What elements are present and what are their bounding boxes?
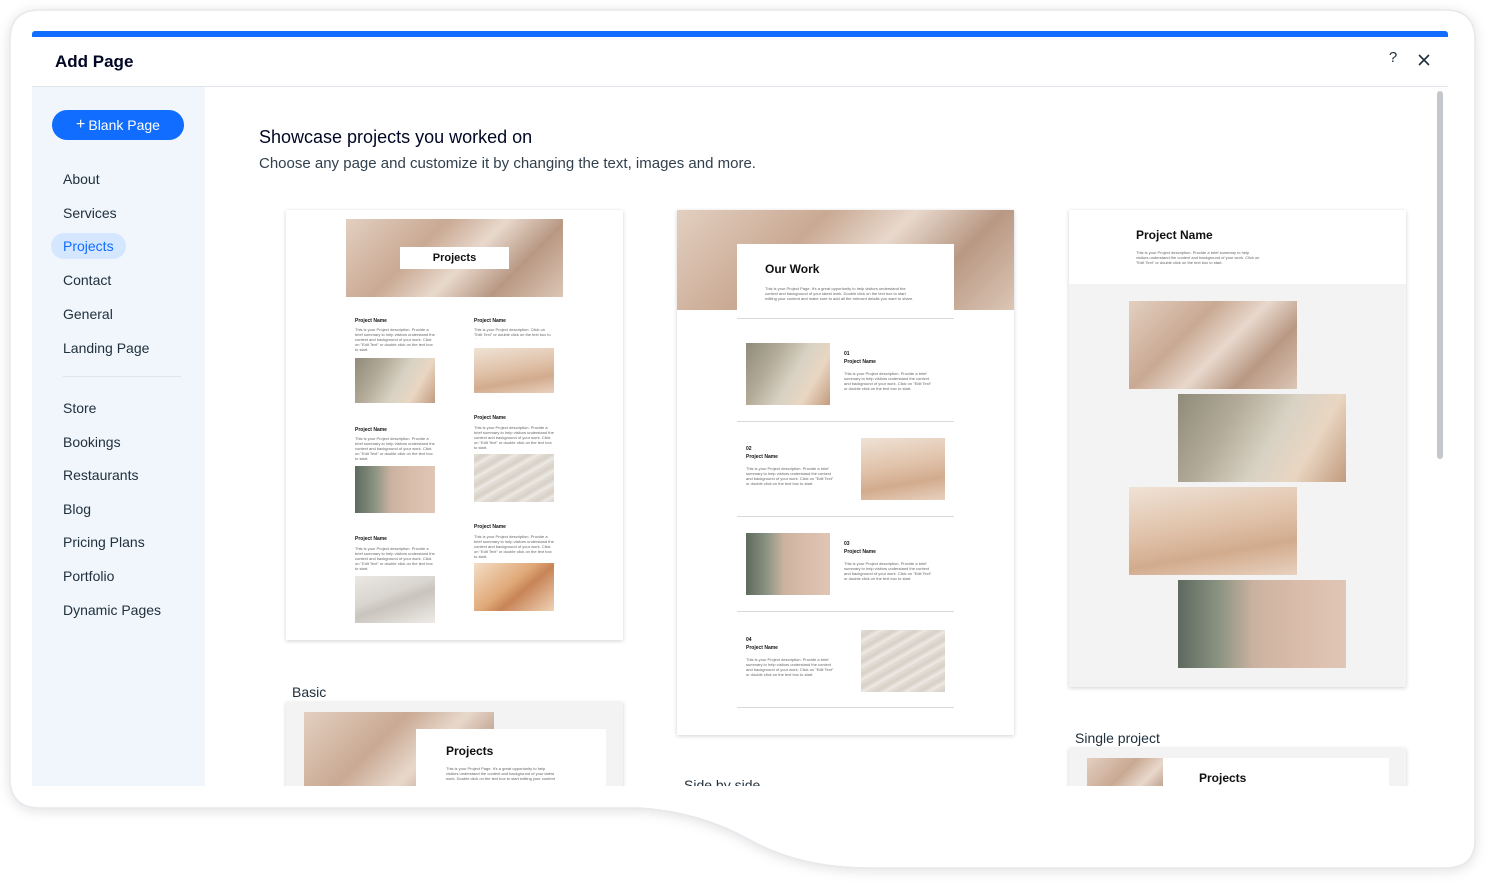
- sidebar-item-blog[interactable]: Blog: [63, 499, 91, 519]
- hero-title: Our Work: [765, 262, 820, 276]
- hero-panel: Our Work This is your Project Page. It's…: [737, 244, 954, 318]
- divider: [737, 611, 954, 612]
- project-desc: This is your Project description. Provid…: [355, 436, 435, 460]
- project-name: Project Name: [746, 645, 778, 651]
- sidebar-item-services[interactable]: Services: [63, 203, 117, 223]
- project-number: 01: [844, 351, 850, 357]
- template-card-projects-overlap[interactable]: Projects This is your Project Page. It's…: [286, 702, 623, 786]
- sidebar-item-portfolio[interactable]: Portfolio: [63, 566, 114, 586]
- project-desc: This is your Project description. Provid…: [474, 534, 554, 558]
- project-image: [861, 438, 945, 500]
- template-gallery: Showcase projects you worked on Choose a…: [205, 87, 1437, 786]
- hero-image: [1087, 758, 1163, 786]
- gallery-image: [1178, 580, 1346, 668]
- project-desc: This is your Project description. Click …: [474, 327, 551, 339]
- add-page-dialog: Add Page ? + Blank Page About Services P…: [32, 31, 1448, 786]
- close-icon[interactable]: [1415, 51, 1433, 69]
- divider: [737, 318, 954, 319]
- help-icon[interactable]: ?: [1384, 49, 1402, 69]
- hero-title: Projects: [400, 247, 509, 269]
- template-card-side-by-side[interactable]: Our Work This is your Project Page. It's…: [677, 210, 1014, 735]
- project-number: 03: [844, 541, 850, 547]
- project-image: [746, 343, 830, 405]
- project-image: [355, 358, 435, 403]
- project-image: [474, 563, 554, 611]
- project-name: Project Name: [355, 427, 387, 433]
- hero-panel: Projects: [1163, 758, 1389, 786]
- project-desc: This is your Project description. Provid…: [844, 561, 932, 581]
- project-desc: This is your Project description. Provid…: [1136, 250, 1260, 265]
- sidebar-item-about[interactable]: About: [63, 169, 100, 189]
- sidebar-item-dynamic-pages[interactable]: Dynamic Pages: [63, 600, 161, 620]
- project-name: Project Name: [474, 524, 506, 530]
- dialog-title: Add Page: [55, 52, 134, 71]
- template-card-projects-banner[interactable]: Projects: [1069, 748, 1406, 786]
- project-title: Project Name: [1136, 228, 1213, 242]
- template-label-basic: Basic: [292, 684, 327, 700]
- hero-title: Projects: [446, 744, 494, 758]
- dialog-header: Add Page ?: [32, 37, 1448, 87]
- divider: [737, 707, 954, 708]
- gallery-image: [1178, 394, 1346, 482]
- blank-page-label: Blank Page: [88, 117, 160, 133]
- project-name: Project Name: [474, 415, 506, 421]
- gallery-subheading: Choose any page and customize it by chan…: [259, 155, 756, 172]
- sidebar-item-restaurants[interactable]: Restaurants: [63, 465, 138, 485]
- project-image: [474, 454, 554, 502]
- project-desc: This is your Project description. Provid…: [355, 546, 435, 570]
- project-image: [355, 576, 435, 623]
- project-image: [861, 630, 945, 692]
- project-name: Project Name: [355, 318, 387, 324]
- sidebar-item-pricing-plans[interactable]: Pricing Plans: [63, 532, 145, 552]
- project-number: 02: [746, 446, 752, 452]
- gallery-heading: Showcase projects you worked on: [259, 127, 533, 147]
- project-desc: This is your Project description. Provid…: [746, 657, 834, 677]
- page-category-sidebar: + Blank Page About Services Projects Con…: [32, 87, 205, 786]
- project-name: Project Name: [355, 536, 387, 542]
- project-number: 04: [746, 637, 752, 643]
- project-name: Project Name: [474, 318, 506, 324]
- template-label-single-project: Single project: [1075, 730, 1160, 746]
- project-desc: This is your Project description. Provid…: [474, 425, 554, 449]
- hero-desc: This is your Project Page. It's a great …: [446, 766, 555, 781]
- template-card-single-project[interactable]: Project Name This is your Project descri…: [1069, 210, 1406, 687]
- template-card-basic[interactable]: Projects Project Name This is your Proje…: [286, 210, 623, 640]
- hero-desc: This is your Project Page. It's a great …: [765, 286, 914, 301]
- divider: [737, 516, 954, 517]
- blank-page-button[interactable]: + Blank Page: [52, 110, 184, 140]
- divider: [737, 421, 954, 422]
- project-desc: This is your Project description. Provid…: [844, 371, 932, 391]
- project-desc: This is your Project description. Provid…: [355, 327, 435, 351]
- project-image: [355, 466, 435, 513]
- gallery-image: [1129, 487, 1297, 575]
- plus-icon: +: [76, 116, 86, 133]
- sidebar-item-general[interactable]: General: [63, 304, 113, 324]
- sidebar-item-landing-page[interactable]: Landing Page: [63, 338, 149, 358]
- sidebar-item-store[interactable]: Store: [63, 398, 96, 418]
- gallery-image: [1129, 301, 1297, 389]
- project-desc: This is your Project description. Provid…: [746, 466, 834, 486]
- project-name: Project Name: [746, 454, 778, 460]
- hero-panel: Projects This is your Project Page. It's…: [416, 729, 606, 786]
- project-name: Project Name: [844, 549, 876, 555]
- sidebar-item-bookings[interactable]: Bookings: [63, 432, 121, 452]
- project-image: [474, 348, 554, 393]
- scrollbar-thumb[interactable]: [1437, 91, 1443, 459]
- hero-title: Projects: [1199, 771, 1247, 785]
- project-image: [746, 533, 830, 595]
- template-label-side-by-side: Side by side: [684, 777, 761, 786]
- sidebar-item-projects[interactable]: Projects: [51, 233, 126, 259]
- sidebar-divider: [63, 376, 181, 377]
- project-name: Project Name: [844, 359, 876, 365]
- sidebar-item-contact[interactable]: Contact: [63, 270, 111, 290]
